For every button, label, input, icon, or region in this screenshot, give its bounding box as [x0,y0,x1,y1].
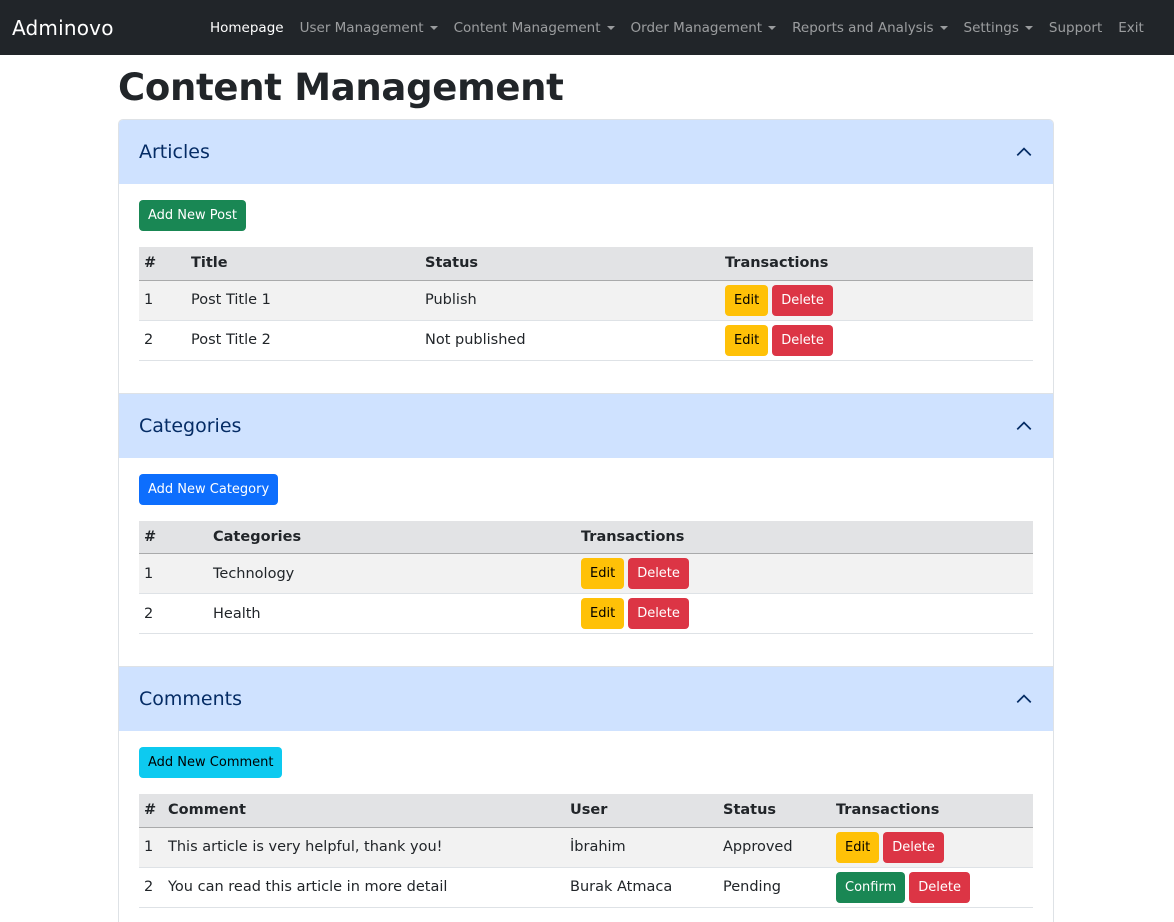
nav-content-management[interactable]: Content Management [446,20,623,36]
column-header: Transactions [720,247,1033,281]
nav-reports-analysis[interactable]: Reports and Analysis [784,20,955,36]
column-header: Status [718,794,831,828]
accordion-title-articles: Articles [139,141,210,163]
table-header-row: # Comment User Status Transactions [139,794,1033,828]
accordion-body-comments: Add New Comment # Comment User Status Tr… [119,731,1053,922]
table-row: 2 Health Edit Delete [139,593,1033,634]
articles-table: # Title Status Transactions 1 Post Title… [139,247,1033,361]
confirm-button[interactable]: Confirm [836,871,906,903]
edit-button[interactable]: Edit [836,831,880,863]
add-new-comment-button[interactable]: Add New Comment [139,747,283,778]
nav-order-management[interactable]: Order Management [623,20,785,36]
delete-button[interactable]: Delete [772,284,833,316]
comment-status: Pending [718,867,831,908]
row-number: 2 [139,320,186,361]
row-number: 1 [139,553,208,594]
edit-button[interactable]: Edit [581,598,625,629]
table-row: 2 Post Title 2 Not published Edit Delete [139,320,1033,361]
row-number: 2 [139,593,208,634]
delete-button[interactable]: Delete [883,831,944,863]
nav-homepage[interactable]: Homepage [202,20,292,36]
column-header: User [565,794,718,828]
chevron-up-icon [1015,690,1033,708]
chevron-up-icon [1015,417,1033,435]
row-actions: Edit Delete [831,827,1033,868]
category-name: Health [208,593,576,634]
row-actions: Edit Delete [720,280,1033,321]
brand-logo[interactable]: Adminovo [12,16,202,40]
add-new-category-button[interactable]: Add New Category [139,473,279,505]
row-actions: Edit Delete [576,593,1033,634]
accordion-categories: Categories Add New Category # Categories… [119,393,1053,667]
column-header: Transactions [831,794,1033,828]
caret-down-icon [429,25,438,30]
row-actions: Edit Delete [720,320,1033,361]
accordion-title-categories: Categories [139,414,242,437]
table-row: 2 You can read this article in more deta… [139,867,1033,908]
caret-down-icon [939,25,948,30]
post-status: Publish [420,280,720,321]
nav-exit[interactable]: Exit [1110,20,1152,36]
column-header: Title [186,247,420,281]
column-header: # [139,520,208,554]
accordion-comments: Comments Add New Comment # Comment User … [119,667,1053,922]
table-header-row: # Title Status Transactions [139,247,1033,281]
table-row: 1 This article is very helpful, thank yo… [139,827,1033,868]
column-header: Categories [208,520,576,554]
nav-settings[interactable]: Settings [956,20,1041,36]
chevron-up-icon [1015,143,1033,161]
row-number: 1 [139,280,186,321]
post-status: Not published [420,320,720,361]
accordion-body-categories: Add New Category # Categories Transactio… [119,458,1053,667]
nav-support[interactable]: Support [1041,20,1110,36]
accordion-articles: Articles Add New Post # Title Status Tra… [119,120,1053,394]
accordion-header-categories[interactable]: Categories [119,393,1053,458]
table-header-row: # Categories Transactions [139,520,1033,554]
page-title: Content Management [118,66,564,109]
table-row: 1 Post Title 1 Publish Edit Delete [139,280,1033,321]
accordion-header-comments[interactable]: Comments [119,667,1053,731]
column-header: # [139,794,163,828]
post-title: Post Title 1 [186,280,420,321]
content-accordion: Articles Add New Post # Title Status Tra… [118,119,1054,922]
delete-button[interactable]: Delete [628,558,689,589]
comment-user: İbrahim [565,827,718,868]
accordion-body-articles: Add New Post # Title Status Transactions… [119,184,1053,394]
comment-status: Approved [718,827,831,868]
main-container: Content Management Articles Add New Post… [118,68,1054,922]
main-nav: Homepage User Management Content Managem… [202,20,1152,36]
comment-user: Burak Atmaca [565,867,718,908]
caret-down-icon [768,25,777,30]
delete-button[interactable]: Delete [909,871,970,903]
column-header: Status [420,247,720,281]
column-header: # [139,247,186,281]
accordion-header-articles[interactable]: Articles [119,120,1053,184]
add-new-post-button[interactable]: Add New Post [139,200,246,231]
caret-down-icon [606,25,615,30]
row-actions: Edit Delete [576,553,1033,594]
edit-button[interactable]: Edit [581,558,625,589]
post-title: Post Title 2 [186,320,420,361]
top-navbar: Adminovo Homepage User Management Conten… [0,0,1174,55]
delete-button[interactable]: Delete [628,598,689,629]
delete-button[interactable]: Delete [772,324,833,356]
comment-text: You can read this article in more detail [163,867,565,908]
categories-table: # Categories Transactions 1 Technology E… [139,520,1033,634]
edit-button[interactable]: Edit [725,324,769,356]
row-number: 1 [139,827,163,868]
comment-text: This article is very helpful, thank you! [163,827,565,868]
category-name: Technology [208,553,576,594]
accordion-title-comments: Comments [139,688,242,710]
caret-down-icon [1024,25,1033,30]
column-header: Transactions [576,520,1033,554]
comments-table: # Comment User Status Transactions 1 Thi… [139,794,1033,908]
edit-button[interactable]: Edit [725,284,769,316]
table-row: 1 Technology Edit Delete [139,553,1033,594]
row-actions: Confirm Delete [831,867,1033,908]
row-number: 2 [139,867,163,908]
column-header: Comment [163,794,565,828]
nav-user-management[interactable]: User Management [292,20,446,36]
